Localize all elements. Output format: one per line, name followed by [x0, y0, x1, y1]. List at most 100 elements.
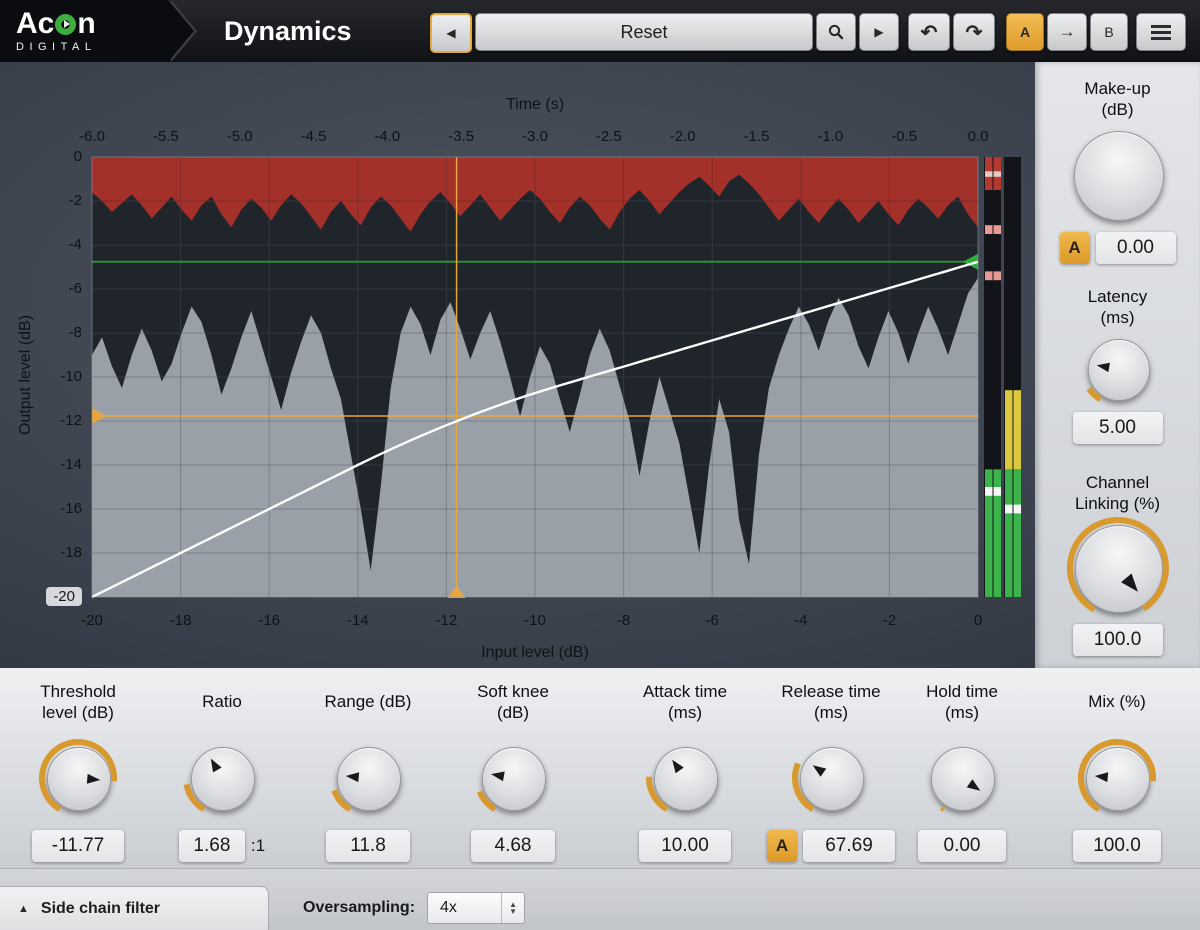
knob-value-arc: [1069, 520, 1165, 610]
preset-search-button[interactable]: [816, 13, 856, 51]
menu-button[interactable]: [1136, 13, 1186, 51]
spinner-arrows-icon[interactable]: ▲ ▼: [501, 893, 524, 923]
header-bar: Acn DIGITAL Dynamics ◀ Reset ▶ ↶ ↷ A → B: [0, 0, 1200, 62]
knob-pointer: [967, 779, 983, 795]
knob-ratio[interactable]: [182, 738, 262, 818]
logo-divider: [168, 0, 194, 62]
value-latency[interactable]: 5.00: [1073, 412, 1163, 444]
knob-pointer: [490, 769, 505, 781]
knob-pointer: [810, 761, 826, 777]
param-group-hold-time: Hold time (ms)0.00: [892, 668, 1032, 868]
param-group-mix: Mix (%) 100.0: [1047, 668, 1187, 868]
menu-icon: [1151, 25, 1171, 40]
param-group-make-up: Make-up (dB) A0.00: [1035, 76, 1200, 264]
knob-value-arc: [334, 790, 350, 809]
knob-make-up[interactable]: [1065, 122, 1171, 228]
value-attack-time[interactable]: 10.00: [639, 830, 731, 862]
knob-latency[interactable]: [1079, 330, 1157, 408]
knob-pointer: [1121, 573, 1143, 596]
automation-badge-release-time[interactable]: A: [767, 830, 797, 862]
undo-icon: ↶: [921, 20, 938, 45]
knob-threshold-level[interactable]: [38, 738, 118, 818]
acon-digital-logo: Acn DIGITAL: [0, 0, 168, 62]
label-latency: Latency (ms): [1035, 284, 1200, 330]
label-threshold-level: Threshold level (dB): [8, 676, 148, 728]
knob-pointer: [345, 771, 359, 782]
value-release-time[interactable]: 67.69: [803, 830, 895, 862]
label-attack-time: Attack time (ms): [615, 676, 755, 728]
param-group-latency: Latency (ms) 5.00: [1035, 284, 1200, 444]
collapse-triangle-icon: ▲: [18, 903, 29, 915]
search-icon: [827, 23, 845, 41]
param-group-channel-linking: Channel Linking (%) 100.0: [1035, 470, 1200, 656]
knob-value-arc: [1089, 389, 1101, 400]
value-hold-time[interactable]: 0.00: [918, 830, 1006, 862]
right-parameter-panel: Make-up (dB) A0.00 Latency (ms) 5.00 Channel…: [1035, 62, 1200, 668]
value-range[interactable]: 11.8: [326, 830, 410, 862]
knob-attack-time[interactable]: [645, 738, 725, 818]
value-ratio[interactable]: 1.68: [179, 830, 245, 862]
play-icon: [64, 20, 70, 28]
redo-button[interactable]: ↷: [953, 13, 995, 51]
footer-bar: ▲ Side chain filter Oversampling: 4x ▲ ▼: [0, 868, 1200, 930]
dynamics-graph-panel[interactable]: Time (s) Input level (dB) Output level (…: [0, 62, 1035, 668]
next-preset-button[interactable]: ▶: [859, 13, 899, 51]
label-release-time: Release time (ms): [761, 676, 901, 728]
param-group-range: Range (dB) 11.8: [298, 668, 438, 868]
knob-soft-knee[interactable]: [473, 738, 553, 818]
knob-range[interactable]: [328, 738, 408, 818]
oversampling-value: 4x: [428, 899, 501, 917]
knob-hold-time[interactable]: [922, 738, 1002, 818]
knob-value-arc: [42, 742, 114, 809]
knob-pointer: [1095, 361, 1109, 373]
label-make-up: Make-up (dB): [1035, 76, 1200, 122]
oversampling-select[interactable]: 4x ▲ ▼: [427, 892, 525, 924]
oversampling-label: Oversampling:: [303, 899, 415, 917]
label-ratio: Ratio: [152, 676, 292, 728]
value-mix[interactable]: 100.0: [1073, 830, 1161, 862]
plugin-title: Dynamics: [224, 16, 352, 47]
suffix-ratio: :1: [251, 836, 265, 856]
undo-redo-group: ↶ ↷: [908, 13, 995, 51]
side-chain-filter-label: Side chain filter: [41, 900, 160, 918]
side-chain-filter-toggle[interactable]: ▲ Side chain filter: [0, 886, 269, 930]
knob-value-arc: [480, 792, 495, 810]
dynamics-plugin-window: Acn DIGITAL Dynamics ◀ Reset ▶ ↶ ↷ A → B: [0, 0, 1200, 930]
ab-copy-button[interactable]: →: [1047, 13, 1087, 51]
value-threshold-level[interactable]: -11.77: [32, 830, 124, 862]
oversampling-control: Oversampling: 4x ▲ ▼: [303, 893, 525, 923]
brand-name: Acn: [16, 9, 168, 39]
param-group-attack-time: Attack time (ms) 10.00: [615, 668, 755, 868]
label-soft-knee: Soft knee (dB): [443, 676, 583, 728]
knob-value-arc: [795, 763, 813, 809]
value-soft-knee[interactable]: 4.68: [471, 830, 555, 862]
redo-icon: ↷: [966, 20, 983, 45]
param-group-ratio: Ratio 1.68 :1: [152, 668, 292, 868]
undo-button[interactable]: ↶: [908, 13, 950, 51]
value-make-up[interactable]: 0.00: [1096, 232, 1176, 264]
knob-value-arc: [942, 808, 944, 809]
knob-release-time[interactable]: [791, 738, 871, 818]
knob-channel-linking[interactable]: [1066, 516, 1170, 620]
knob-value-arc: [1081, 742, 1153, 809]
label-mix: Mix (%): [1047, 676, 1187, 728]
spin-down-icon[interactable]: ▼: [509, 908, 517, 915]
chevron-right-icon: ▶: [874, 25, 883, 39]
label-range: Range (dB): [298, 676, 438, 728]
ab-compare-group: A → B: [1006, 13, 1128, 51]
automation-badge-make-up[interactable]: A: [1060, 232, 1090, 264]
transfer-and-level-graph[interactable]: [0, 62, 1035, 668]
knob-mix[interactable]: [1077, 738, 1157, 818]
value-channel-linking[interactable]: 100.0: [1073, 624, 1163, 656]
knob-pointer: [668, 757, 684, 773]
knob-value-arc: [649, 777, 667, 810]
label-channel-linking: Channel Linking (%): [1035, 470, 1200, 516]
previous-preset-button[interactable]: ◀: [430, 13, 472, 53]
knob-pointer: [1094, 771, 1108, 782]
ab-slot-a-button[interactable]: A: [1006, 13, 1044, 51]
param-group-threshold-level: Threshold level (dB) -11.77: [8, 668, 148, 868]
ab-slot-b-button[interactable]: B: [1090, 13, 1128, 51]
preset-name-display[interactable]: Reset: [475, 13, 813, 51]
arrow-right-icon: →: [1059, 22, 1076, 42]
knob-pointer: [87, 774, 101, 785]
